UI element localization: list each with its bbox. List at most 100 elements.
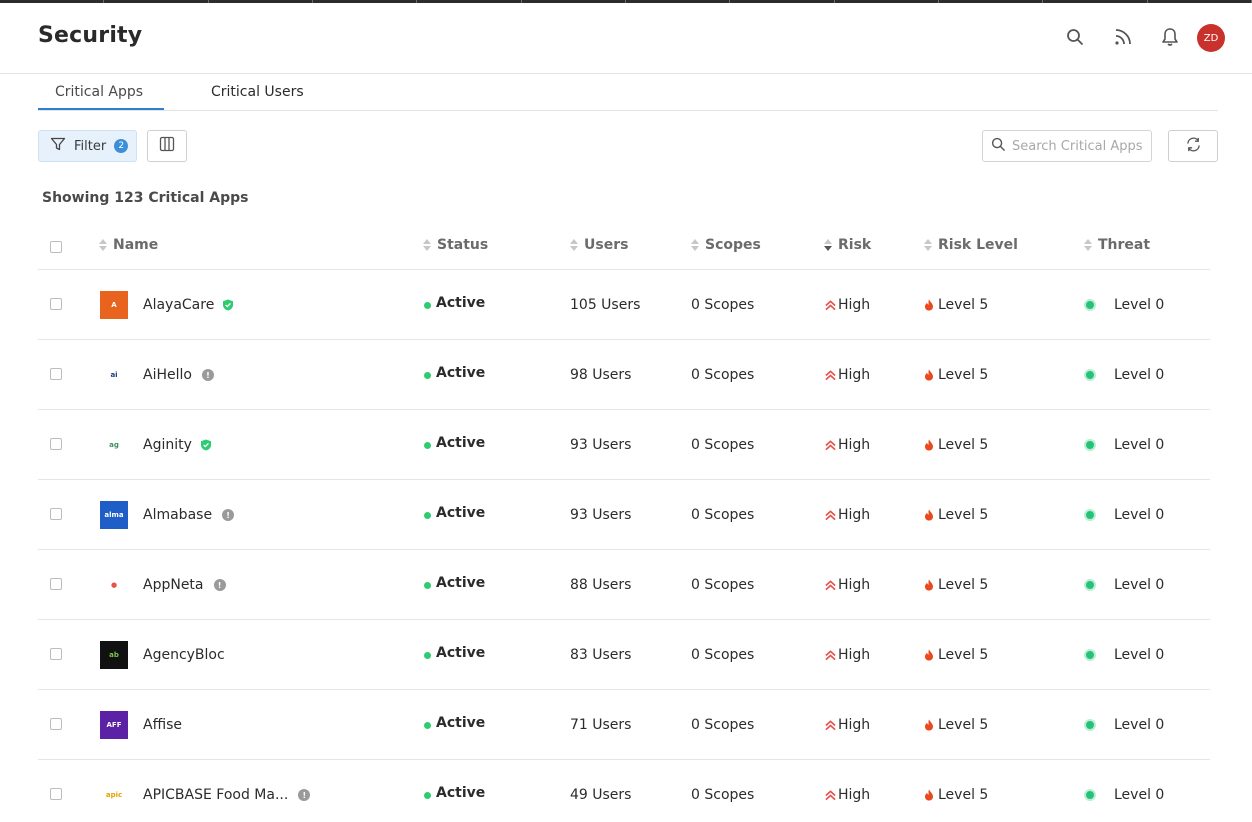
table-row[interactable]: AFF Affise Active 71 Users 0 Scopes High Level… (38, 690, 1210, 760)
threat-cell: Level 0 (1084, 480, 1164, 550)
rss-feed-icon[interactable] (1111, 25, 1135, 49)
search-icon[interactable] (1063, 25, 1087, 49)
users-count: 93 Users (570, 507, 632, 523)
scopes-cell: 0 Scopes (691, 340, 754, 410)
risk-cell: High (825, 480, 870, 550)
column-header-users[interactable]: Users (570, 237, 628, 253)
search-input[interactable] (1012, 138, 1150, 154)
table-row[interactable]: alma Almabase! Active 93 Users 0 Scopes High L… (38, 480, 1210, 550)
row-checkbox[interactable] (50, 788, 62, 800)
tab-critical-apps[interactable]: Critical Apps (55, 84, 143, 100)
table-row[interactable]: ag Aginity Active 93 Users 0 Scopes High Level… (38, 410, 1210, 480)
critical-apps-table: Name Status Users Scopes Risk Risk Level… (38, 224, 1210, 822)
row-checkbox[interactable] (50, 438, 62, 450)
column-header-status[interactable]: Status (423, 237, 488, 253)
threat-shield-icon (1084, 369, 1096, 381)
status-cell: Active (424, 340, 485, 410)
user-avatar[interactable]: ZD (1197, 24, 1225, 52)
app-name[interactable]: APICBASE Food Ma... (143, 787, 288, 803)
app-name[interactable]: Affise (143, 717, 182, 733)
app-name-cell[interactable]: Almabase! (143, 480, 235, 550)
threat-level-text: Level 0 (1114, 647, 1165, 663)
app-name[interactable]: AgencyBloc (143, 647, 225, 663)
table-row[interactable]: ab AgencyBloc Active 83 Users 0 Scopes High Le… (38, 620, 1210, 690)
app-name-cell[interactable]: AlayaCare (143, 270, 234, 340)
app-name-cell[interactable]: Affise (143, 690, 182, 760)
status-cell: Active (424, 480, 485, 550)
users-count: 88 Users (570, 577, 632, 593)
scopes-count: 0 Scopes (691, 297, 755, 313)
row-checkbox[interactable] (50, 718, 62, 730)
row-checkbox[interactable] (50, 298, 62, 310)
users-cell: 88 Users (570, 550, 631, 620)
info-icon[interactable]: ! (222, 509, 235, 521)
column-header-name[interactable]: Name (99, 237, 158, 253)
filter-button[interactable]: Filter 2 (38, 130, 137, 162)
table-row[interactable]: ● AppNeta! Active 88 Users 0 Scopes High Level… (38, 550, 1210, 620)
risk-cell: High (825, 760, 870, 822)
app-name-cell[interactable]: Aginity (143, 410, 212, 480)
threat-shield-icon (1084, 719, 1096, 731)
app-name-cell[interactable]: APICBASE Food Ma...! (143, 760, 311, 822)
flame-icon (924, 369, 934, 381)
risk-cell: High (825, 270, 870, 340)
risk-text: High (838, 437, 871, 453)
column-header-threat[interactable]: Threat (1084, 237, 1150, 253)
tab-critical-users[interactable]: Critical Users (211, 84, 304, 100)
app-name-cell[interactable]: AgencyBloc (143, 620, 225, 690)
column-header-scopes[interactable]: Scopes (691, 237, 761, 253)
info-icon[interactable]: ! (201, 369, 214, 381)
select-all-checkbox[interactable] (50, 241, 62, 253)
risk-cell: High (825, 340, 870, 410)
scopes-count: 0 Scopes (691, 577, 755, 593)
risk-level-cell: Level 5 (924, 690, 988, 760)
row-checkbox[interactable] (50, 648, 62, 660)
users-cell: 71 Users (570, 690, 631, 760)
status-active-dot (424, 371, 431, 379)
app-name[interactable]: Almabase (143, 507, 212, 523)
table-row[interactable]: A AlayaCare Active 105 Users 0 Scopes High Lev… (38, 270, 1210, 340)
column-header-risk-level[interactable]: Risk Level (924, 237, 1018, 253)
info-icon[interactable]: ! (298, 789, 311, 801)
scopes-cell: 0 Scopes (691, 760, 754, 822)
scopes-count: 0 Scopes (691, 367, 755, 383)
users-count: 93 Users (570, 437, 632, 453)
threat-level-text: Level 0 (1114, 577, 1165, 593)
risk-level-text: Level 5 (938, 647, 989, 663)
table-row[interactable]: apic APICBASE Food Ma...! Active 49 Users 0 … (38, 760, 1210, 822)
scopes-count: 0 Scopes (691, 787, 755, 803)
risk-level-cell: Level 5 (924, 620, 988, 690)
columns-toggle-button[interactable] (147, 130, 187, 162)
risk-high-icon (825, 789, 836, 801)
row-checkbox[interactable] (50, 368, 62, 380)
users-count: 83 Users (570, 647, 632, 663)
bell-icon[interactable] (1158, 25, 1182, 49)
column-header-risk[interactable]: Risk (824, 237, 871, 253)
row-checkbox[interactable] (50, 508, 62, 520)
app-name-cell[interactable]: AppNeta! (143, 550, 226, 620)
scopes-cell: 0 Scopes (691, 270, 754, 340)
status-active-dot (424, 791, 431, 799)
threat-shield-icon (1084, 509, 1096, 521)
row-checkbox[interactable] (50, 578, 62, 590)
table-row[interactable]: ai AiHello! Active 98 Users 0 Scopes High Leve… (38, 340, 1210, 410)
scopes-count: 0 Scopes (691, 717, 755, 733)
risk-high-icon (825, 719, 836, 731)
status-cell: Active (424, 410, 485, 480)
search-field[interactable] (982, 130, 1152, 162)
status-text: Active (436, 505, 486, 521)
app-name-cell[interactable]: AiHello! (143, 340, 214, 410)
app-name[interactable]: AiHello (143, 367, 192, 383)
refresh-button[interactable] (1168, 130, 1218, 162)
risk-cell: High (825, 550, 870, 620)
aginity-logo: ag (100, 431, 128, 459)
info-icon[interactable]: ! (213, 579, 226, 591)
risk-high-icon (825, 299, 836, 311)
app-name[interactable]: AppNeta (143, 577, 204, 593)
app-name[interactable]: AlayaCare (143, 297, 214, 313)
threat-level-text: Level 0 (1114, 437, 1165, 453)
status-text: Active (436, 575, 486, 591)
users-cell: 98 Users (570, 340, 631, 410)
app-name[interactable]: Aginity (143, 437, 192, 453)
status-text: Active (436, 435, 486, 451)
